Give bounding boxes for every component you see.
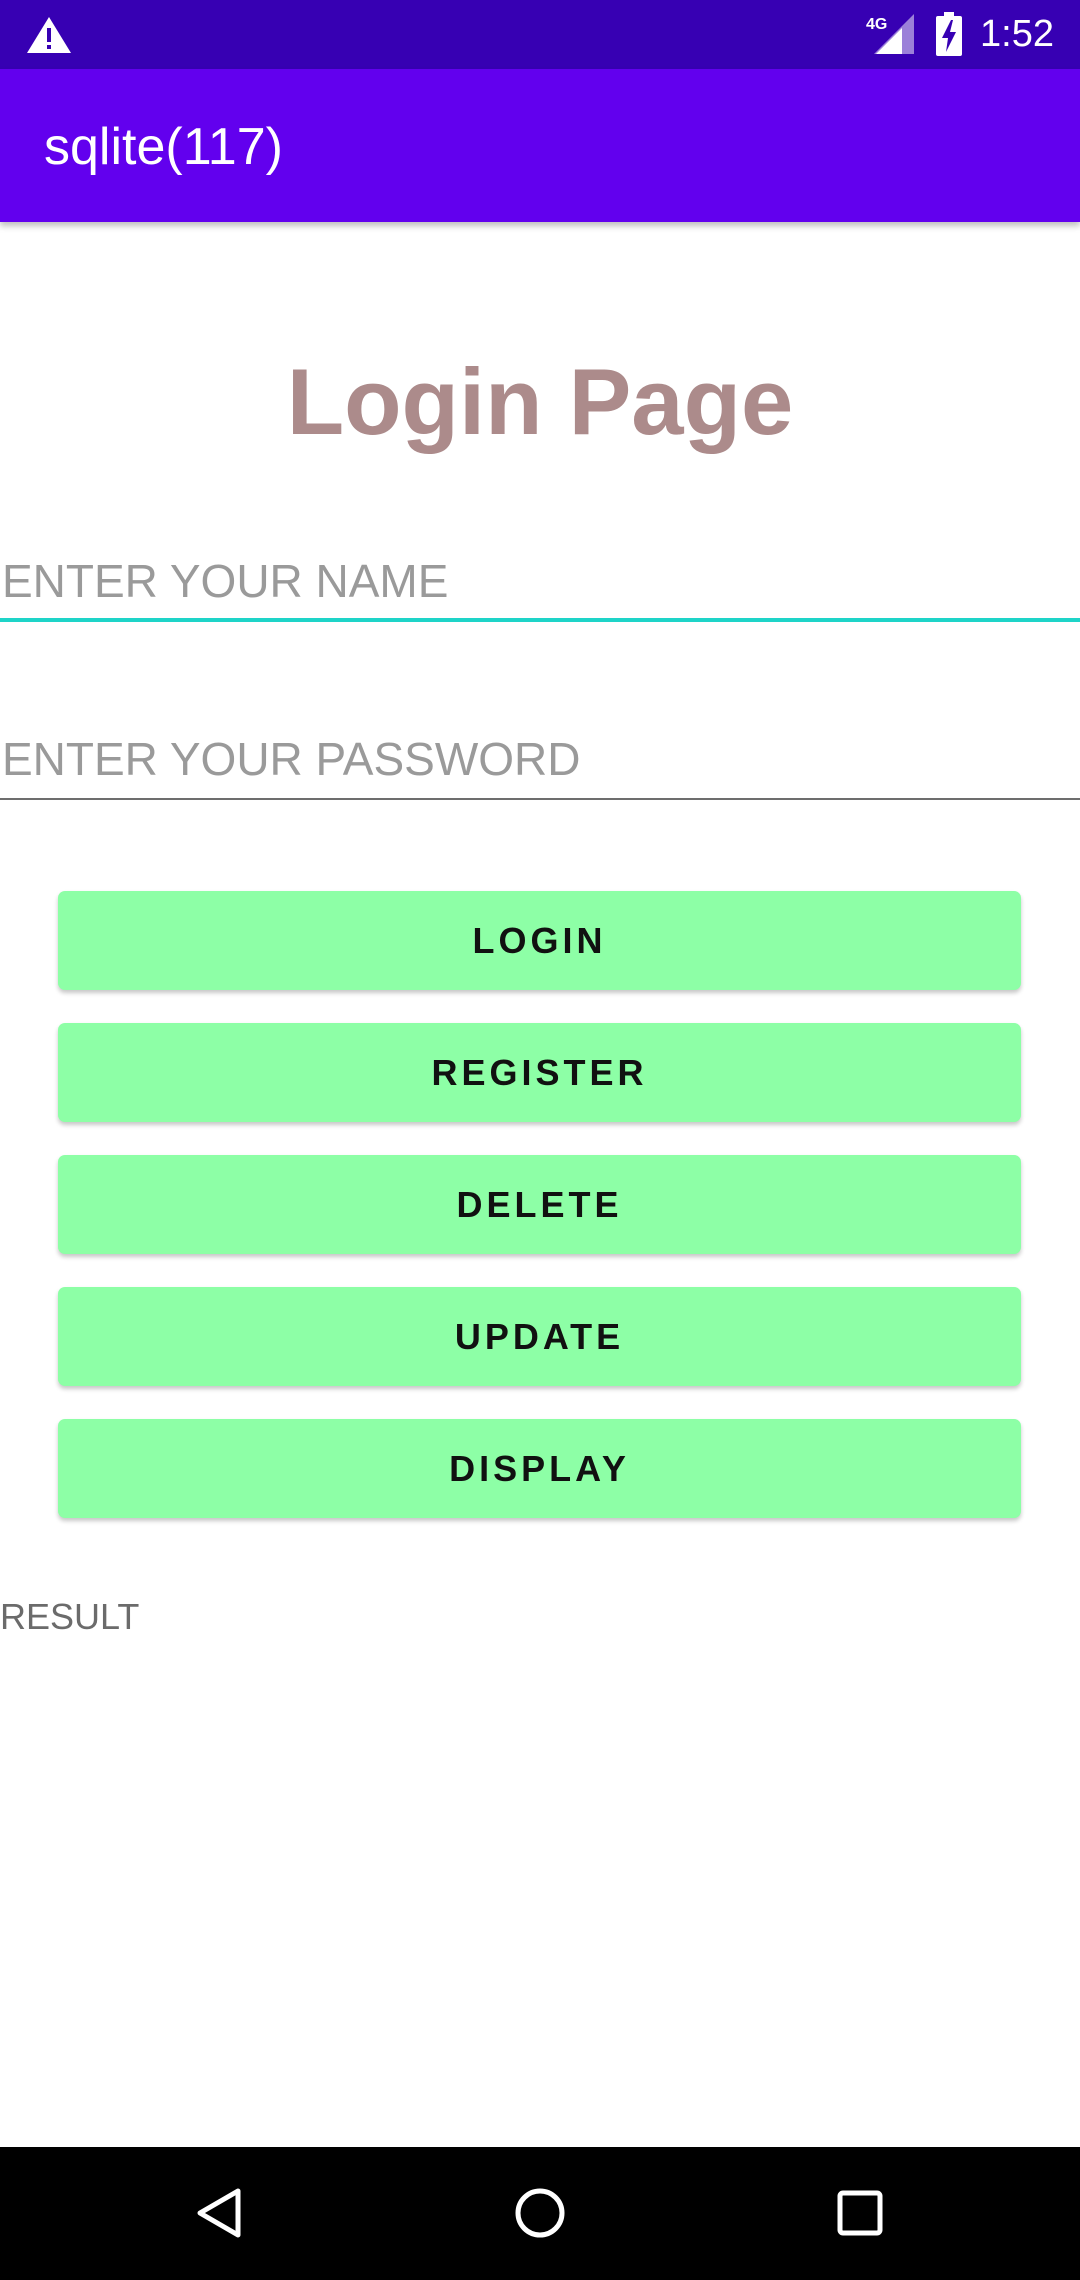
register-button[interactable]: REGISTER	[58, 1023, 1021, 1122]
login-button[interactable]: LOGIN	[58, 891, 1021, 990]
battery-charging-icon	[936, 12, 962, 56]
app-title: sqlite(117)	[44, 118, 283, 176]
display-button[interactable]: DISPLAY	[58, 1419, 1021, 1518]
status-time: 1:52	[980, 13, 1054, 55]
network-type-label: 4G	[866, 16, 887, 33]
password-field	[0, 726, 1080, 800]
name-input[interactable]	[0, 548, 1080, 614]
result-text: RESULT	[0, 1596, 140, 1637]
signal-icon: 4G	[866, 14, 914, 54]
home-icon[interactable]	[510, 2183, 570, 2243]
back-icon[interactable]	[190, 2183, 250, 2243]
delete-button[interactable]: DELETE	[58, 1155, 1021, 1254]
name-field	[0, 548, 1080, 622]
status-bar: 4G 1:52	[0, 0, 1080, 69]
update-button[interactable]: UPDATE	[58, 1287, 1021, 1386]
page-title: Login Page	[286, 349, 794, 454]
recents-icon[interactable]	[830, 2183, 890, 2243]
navigation-bar	[0, 2147, 1080, 2280]
password-input[interactable]	[0, 726, 1080, 792]
app-bar: sqlite(117)	[0, 69, 1080, 222]
warning-icon	[27, 17, 71, 53]
